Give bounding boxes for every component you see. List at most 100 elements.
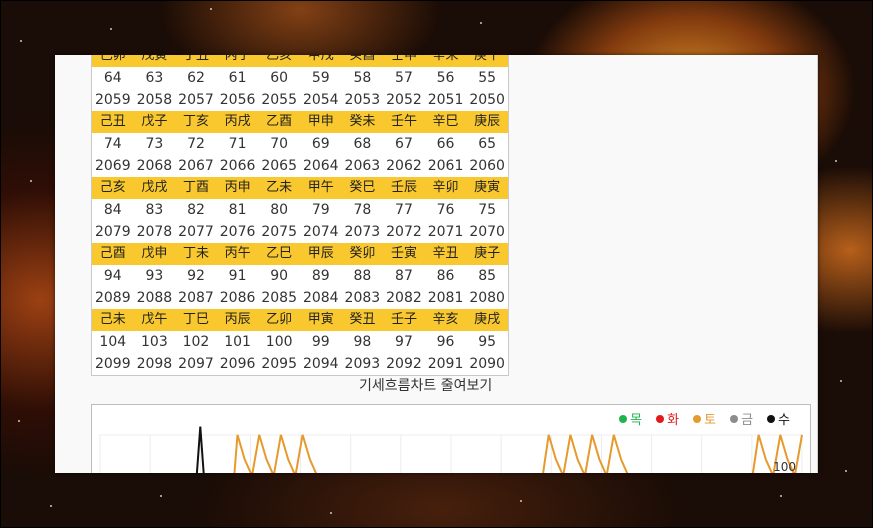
table-cell: 78 <box>353 202 372 218</box>
table-cell: 2096 <box>219 356 256 372</box>
legend-dot-icon <box>619 414 628 423</box>
table-cell: 2077 <box>178 224 214 240</box>
table-cell: 97 <box>395 334 413 350</box>
table-cell: 92 <box>187 268 205 284</box>
table-cell: 58 <box>353 70 372 86</box>
table-cell: 甲戌 <box>307 55 334 63</box>
table-cell: 57 <box>395 70 413 86</box>
table-cell: 95 <box>478 334 497 350</box>
table-cell: 乙卯 <box>266 312 293 327</box>
table-cell: 2066 <box>219 158 256 174</box>
table-cell: 丙申 <box>224 180 251 195</box>
table-cell: 2065 <box>261 158 297 174</box>
table-row-year: 2089 2088 2087 2086 2085 2084 2083 2082 2081 2080 <box>92 287 508 309</box>
table-cell: 101 <box>224 334 251 350</box>
table-cell: 99 <box>311 334 330 350</box>
table-row-year: 2079 2078 2077 2076 2075 2074 2073 2072 2071 2070 <box>92 221 508 243</box>
table-cell: 2093 <box>344 356 381 372</box>
chart-toggle-link[interactable]: 기세흐름차트 줄여보기 <box>359 375 492 395</box>
table-cell: 庚午 <box>474 55 501 63</box>
table-cell: 2067 <box>178 158 214 174</box>
legend-label: 토 <box>704 413 717 428</box>
table-cell: 2085 <box>261 290 297 306</box>
legend-label: 수 <box>778 413 790 428</box>
legend-dot-icon <box>656 414 665 423</box>
table-cell: 79 <box>311 202 330 218</box>
table-cell: 2098 <box>136 356 173 372</box>
table-cell: 76 <box>436 202 455 218</box>
table-cell: 戊午 <box>141 312 168 327</box>
table-cell: 庚子 <box>474 246 501 261</box>
table-cell: 己丑 <box>99 114 126 129</box>
table-cell: 61 <box>228 70 247 86</box>
table-cell: 壬子 <box>390 312 417 327</box>
table-row-age: 74 73 72 71 70 69 68 67 66 65 <box>92 133 508 155</box>
legend-dot-icon <box>693 414 702 423</box>
table-cell: 64 <box>103 70 122 86</box>
table-cell: 85 <box>478 268 497 284</box>
table-cell: 2087 <box>178 290 214 306</box>
table-cell: 2095 <box>261 356 297 372</box>
table-cell: 壬午 <box>390 114 417 129</box>
table-cell: 2083 <box>344 290 381 306</box>
table-cell: 2061 <box>427 158 464 174</box>
table-cell: 癸未 <box>349 114 376 129</box>
table-cell: 甲午 <box>307 180 334 195</box>
table-cell: 壬辰 <box>390 180 417 195</box>
table-cell: 2054 <box>302 92 339 108</box>
table-cell: 2053 <box>344 92 381 108</box>
table-cell: 2052 <box>386 92 422 108</box>
table-cell: 戊申 <box>141 246 168 261</box>
table-cell: 87 <box>395 268 413 284</box>
table-cell: 己未 <box>99 312 126 327</box>
table-cell: 辛巳 <box>432 114 459 129</box>
legend-item: 금 <box>730 409 753 428</box>
table-cell: 80 <box>270 202 289 218</box>
legend-dot-icon <box>730 414 739 423</box>
legend-dot-icon <box>767 414 776 423</box>
table-cell: 丁亥 <box>182 114 209 129</box>
table-cell: 70 <box>270 136 289 152</box>
table-cell: 62 <box>187 70 205 86</box>
table-cell: 60 <box>270 70 289 86</box>
table-cell: 84 <box>103 202 122 218</box>
legend-label: 화 <box>667 413 680 428</box>
table-cell: 2076 <box>219 224 256 240</box>
table-cell: 2055 <box>261 92 297 108</box>
table-cell: 己酉 <box>99 246 126 261</box>
table-cell: 75 <box>478 202 497 218</box>
legend-item: 토 <box>693 409 716 428</box>
table-cell: 2099 <box>94 356 131 372</box>
table-cell: 81 <box>228 202 247 218</box>
table-cell: 65 <box>478 136 497 152</box>
table-cell: 77 <box>395 202 413 218</box>
table-cell: 2062 <box>386 158 422 174</box>
table-cell: 2051 <box>427 92 464 108</box>
table-cell: 庚戌 <box>474 312 501 327</box>
table-cell: 91 <box>228 268 247 284</box>
table-cell: 90 <box>270 268 289 284</box>
table-cell: 庚辰 <box>474 114 501 129</box>
y-tick-label: 100 <box>773 460 796 473</box>
table-cell: 66 <box>436 136 455 152</box>
ganji-year-table: 己卯 戊寅 丁丑 丙子 乙亥 甲戌 癸酉 壬申 辛未 庚午 64 63 62 61 60 59 58 57 56 55… <box>91 55 509 376</box>
table-cell: 癸丑 <box>349 312 376 327</box>
table-cell: 104 <box>99 334 127 350</box>
table-cell: 86 <box>436 268 455 284</box>
table-cell: 壬申 <box>390 55 417 63</box>
table-row-year: 2059 2058 2057 2056 2055 2054 2053 2052 2051 2050 <box>92 89 508 111</box>
table-row-gz: 己酉 戊申 丁未 丙午 乙巳 甲辰 癸卯 壬寅 辛丑 庚子 <box>92 243 508 265</box>
table-cell: 63 <box>145 70 164 86</box>
table-cell: 2097 <box>178 356 214 372</box>
table-row-gz: 己卯 戊寅 丁丑 丙子 乙亥 甲戌 癸酉 壬申 辛未 庚午 <box>92 55 508 67</box>
table-row-gz: 己未 戊午 丁巳 丙辰 乙卯 甲寅 癸丑 壬子 辛亥 庚戌 <box>92 309 508 331</box>
table-cell: 74 <box>103 136 122 152</box>
table-cell: 67 <box>395 136 413 152</box>
legend-item: 수 <box>767 409 790 428</box>
table-cell: 2081 <box>427 290 464 306</box>
table-cell: 89 <box>311 268 330 284</box>
table-cell: 88 <box>353 268 372 284</box>
table-cell: 96 <box>436 334 455 350</box>
table-cell: 乙亥 <box>266 55 293 63</box>
table-cell: 丁巳 <box>182 312 209 327</box>
